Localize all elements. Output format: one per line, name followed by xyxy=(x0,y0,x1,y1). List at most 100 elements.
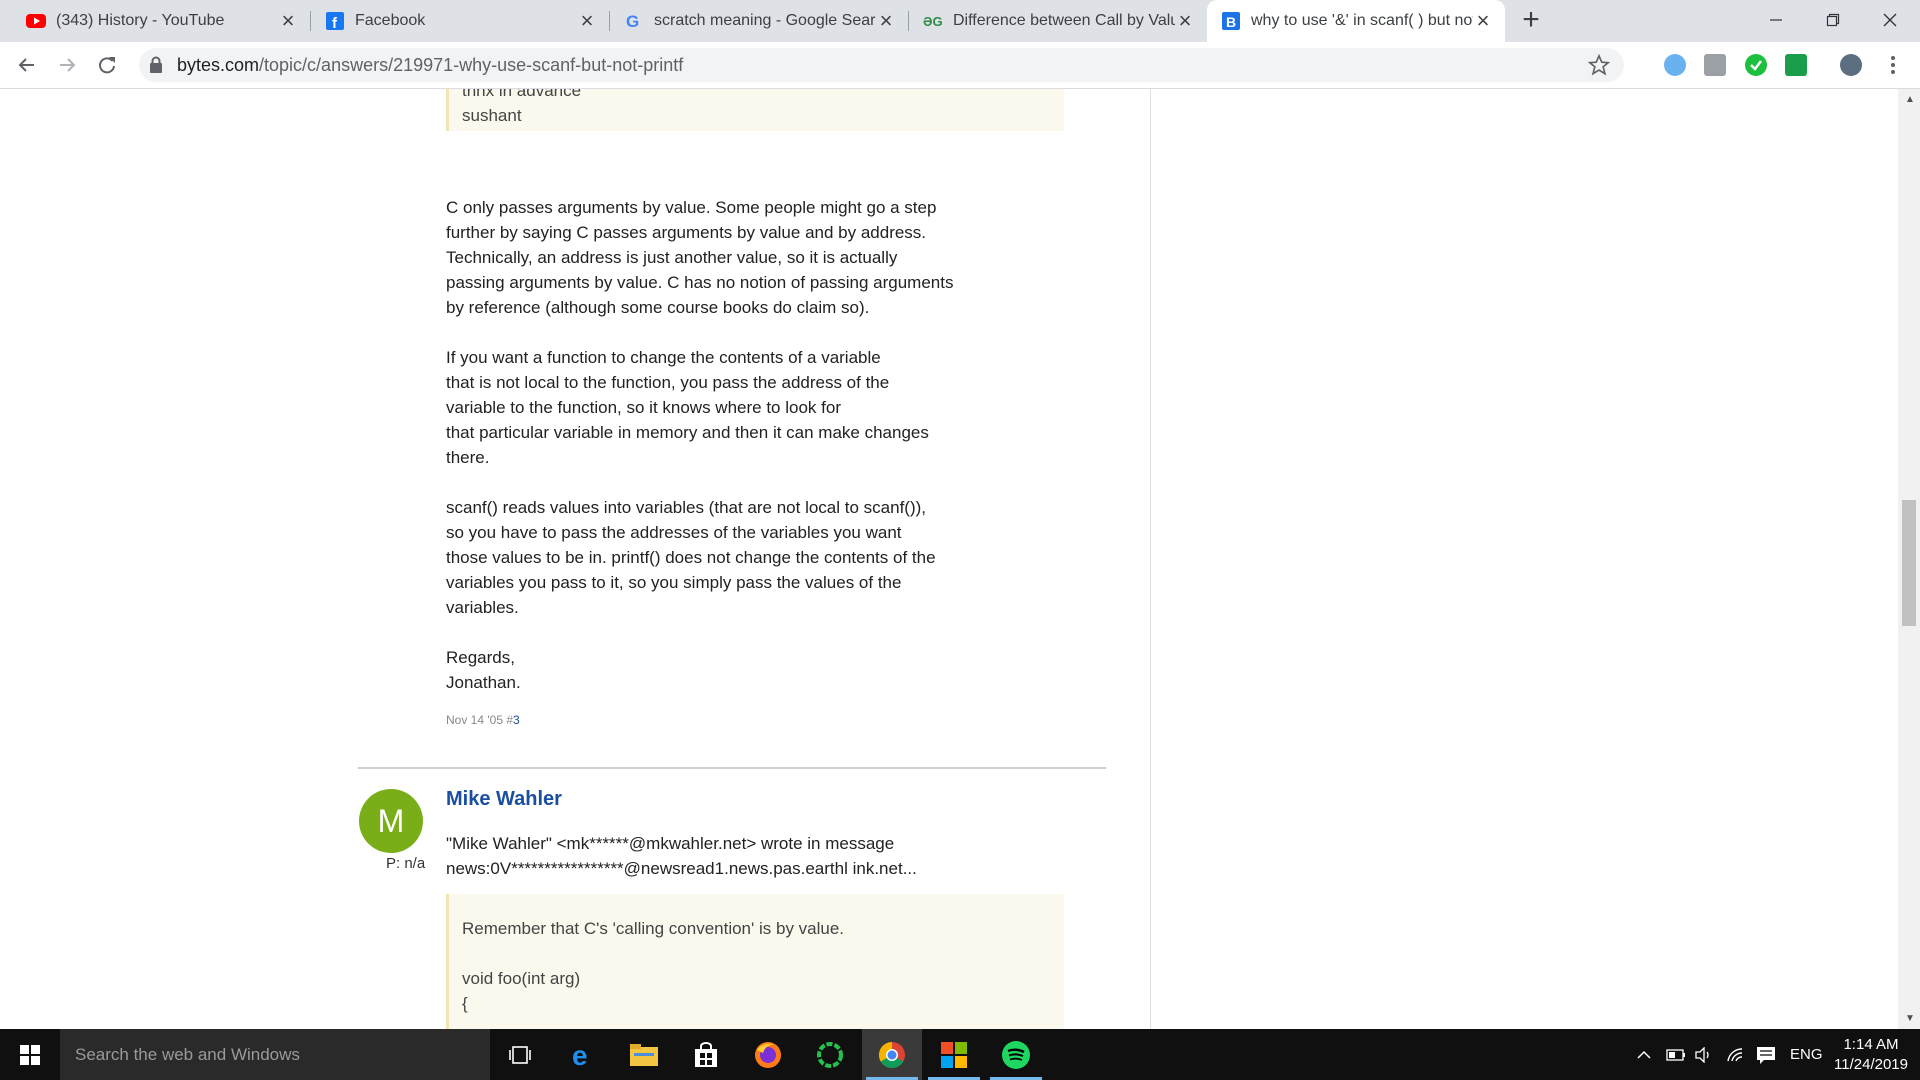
text-line: news:0V*****************@newsread1.news.… xyxy=(446,859,917,878)
close-tab-icon[interactable]: × xyxy=(577,10,597,32)
tab-title: Facebook xyxy=(355,12,426,29)
edge-app[interactable]: e xyxy=(553,1029,613,1080)
scrollbar-thumb[interactable] xyxy=(1902,500,1916,626)
start-button[interactable] xyxy=(0,1029,60,1080)
tab-youtube[interactable]: (343) History - YouTube × xyxy=(12,0,310,42)
tab-strip: (343) History - YouTube × f Facebook × G… xyxy=(0,0,1920,42)
volume-icon[interactable] xyxy=(1694,1029,1714,1080)
bookmark-star-icon[interactable] xyxy=(1587,53,1611,81)
close-icon xyxy=(1883,13,1897,27)
firefox-app[interactable] xyxy=(738,1029,798,1080)
text-line: passing arguments by value. C has no not… xyxy=(446,273,954,292)
page-scrollbar[interactable]: ▲ ▼ xyxy=(1898,89,1920,1029)
new-tab-button[interactable]: + xyxy=(1516,5,1546,36)
search-placeholder: Search the web and Windows xyxy=(75,1045,300,1064)
tab-facebook[interactable]: f Facebook × xyxy=(311,0,609,42)
quote-line: sushant xyxy=(462,106,522,125)
forward-button[interactable] xyxy=(52,50,82,80)
show-hidden-icons-button[interactable] xyxy=(1636,1029,1652,1080)
close-tab-icon[interactable]: × xyxy=(876,10,896,32)
firefox-icon xyxy=(755,1041,781,1068)
extension-profile-icon[interactable] xyxy=(1704,54,1726,76)
office-squares-icon xyxy=(941,1041,967,1068)
scroll-down-arrow-icon[interactable]: ▼ xyxy=(1905,1013,1915,1024)
notifications-icon[interactable] xyxy=(1756,1029,1776,1080)
spotify-app[interactable] xyxy=(986,1029,1046,1080)
extension-check-icon[interactable] xyxy=(1745,54,1767,76)
restore-icon xyxy=(1826,13,1840,27)
clock[interactable]: 1:14 AM 11/24/2019 xyxy=(1826,1035,1916,1075)
scroll-up-arrow-icon[interactable]: ▲ xyxy=(1905,94,1915,105)
geeksforgeeks-icon: ƏG xyxy=(923,11,943,31)
text-line: that particular variable in memory and t… xyxy=(446,423,929,442)
folder-icon xyxy=(630,1043,658,1066)
chrome-app[interactable] xyxy=(862,1029,922,1080)
file-explorer-app[interactable] xyxy=(614,1029,674,1080)
tab-title: scratch meaning - Google Search xyxy=(654,12,876,29)
avatar[interactable]: M xyxy=(359,789,423,853)
answer-paragraph: If you want a function to change the con… xyxy=(446,345,929,470)
windows-apps-app[interactable] xyxy=(924,1029,984,1080)
tab-geeksforgeeks[interactable]: ƏG Difference between Call by Value × xyxy=(909,0,1207,42)
post-number-link[interactable]: 3 xyxy=(513,713,520,727)
store-bag-icon xyxy=(695,1041,717,1067)
facebook-icon: f xyxy=(325,11,345,31)
quoted-text: thnx in advance sushant xyxy=(446,89,1064,131)
tab-title: Difference between Call by Value xyxy=(953,12,1175,29)
restore-button[interactable] xyxy=(1803,0,1863,40)
address-bar[interactable]: bytes.com/topic/c/answers/219971-why-use… xyxy=(139,48,1624,82)
back-button[interactable] xyxy=(12,50,42,80)
wifi-icon[interactable] xyxy=(1726,1029,1746,1080)
post-divider xyxy=(358,767,1106,769)
text-line: "Mike Wahler" <mk******@mkwahler.net> wr… xyxy=(446,834,895,853)
author-name-link[interactable]: Mike Wahler xyxy=(446,788,562,811)
svg-text:e: e xyxy=(572,1041,588,1069)
tab-google-search[interactable]: G scratch meaning - Google Search × xyxy=(610,0,908,42)
green-ring-icon xyxy=(817,1041,843,1068)
reload-button[interactable] xyxy=(92,50,122,80)
text-line: variables. xyxy=(446,598,519,617)
quote-line: void foo(int arg) xyxy=(462,969,581,988)
quoted-text: Remember that C's 'calling convention' i… xyxy=(446,894,1064,1029)
signature: Regards, Jonathan. xyxy=(446,645,521,695)
page-content: thnx in advance sushant C only passes ar… xyxy=(0,89,1898,1029)
profile-avatar[interactable] xyxy=(1840,54,1862,76)
quote-line: Remember that C's 'calling convention' i… xyxy=(462,919,845,938)
extension-info-icon[interactable] xyxy=(1664,54,1686,76)
answer-paragraph: C only passes arguments by value. Some p… xyxy=(446,195,953,320)
quote-line: { xyxy=(462,994,468,1013)
close-tab-icon[interactable]: × xyxy=(1473,10,1493,32)
chevron-up-icon xyxy=(1637,1050,1651,1059)
chrome-menu-button[interactable] xyxy=(1878,50,1908,80)
cortana-ring-app[interactable] xyxy=(800,1029,860,1080)
text-line: variable to the function, so it knows wh… xyxy=(446,398,841,417)
chrome-icon xyxy=(878,1041,905,1068)
lock-icon xyxy=(149,56,163,79)
extension-lock-icon[interactable] xyxy=(1785,54,1807,76)
quote-line xyxy=(462,941,1064,966)
minimize-button[interactable] xyxy=(1746,0,1806,40)
url-path: /topic/c/answers/219971-why-use-scanf-bu… xyxy=(259,55,684,75)
close-window-button[interactable] xyxy=(1860,0,1920,40)
store-app[interactable] xyxy=(676,1029,736,1080)
url-text: bytes.com/topic/c/answers/219971-why-use… xyxy=(177,48,683,82)
text-line: further by saying C passes arguments by … xyxy=(446,223,927,242)
tab-bytes-active[interactable]: B why to use '&' in scanf( ) but not × xyxy=(1207,0,1505,42)
post-count: P: n/a xyxy=(386,855,426,872)
text-line: that is not local to the function, you p… xyxy=(446,373,890,392)
close-tab-icon[interactable]: × xyxy=(278,10,298,32)
svg-text:ƏG: ƏG xyxy=(923,14,943,28)
text-line: Regards, xyxy=(446,648,515,667)
task-view-button[interactable] xyxy=(490,1029,550,1080)
taskbar-search-box[interactable]: Search the web and Windows xyxy=(60,1029,490,1080)
language-indicator[interactable]: ENG xyxy=(1790,1029,1823,1080)
text-line: Technically, an address is just another … xyxy=(446,248,898,267)
text-line: If you want a function to change the con… xyxy=(446,348,881,367)
post-meta: Nov 14 '05 #3 xyxy=(446,713,520,727)
edge-icon: e xyxy=(572,1041,588,1069)
battery-icon[interactable] xyxy=(1666,1029,1686,1080)
close-tab-icon[interactable]: × xyxy=(1175,10,1195,32)
text-line: Jonathan. xyxy=(446,673,521,692)
tab-title: (343) History - YouTube xyxy=(56,12,225,29)
text-line: by reference (although some course books… xyxy=(446,298,870,317)
